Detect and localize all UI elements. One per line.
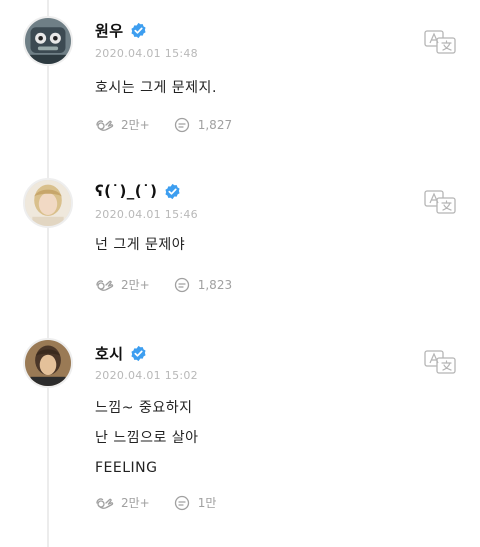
comment-count: 1만 xyxy=(197,496,217,510)
post-body: 넌 그게 문제야 xyxy=(95,230,185,260)
verified-badge-icon xyxy=(130,22,147,39)
like-button[interactable]: 2만+ xyxy=(95,276,150,293)
avatar[interactable] xyxy=(23,338,73,388)
translate-icon xyxy=(424,350,456,374)
post-line: 넌 그게 문제야 xyxy=(95,237,186,253)
like-button[interactable]: 2만+ xyxy=(95,116,150,133)
avatar-image xyxy=(25,180,71,226)
avatar[interactable] xyxy=(23,178,73,228)
like-icon xyxy=(95,277,115,293)
like-count: 2만+ xyxy=(121,118,150,132)
post-line: FEELING xyxy=(95,460,158,476)
comment-button[interactable]: 1,827 xyxy=(172,117,232,133)
post-body: 호시는 그게 문제지. xyxy=(95,73,217,103)
comment-button[interactable]: 1만 xyxy=(172,494,217,511)
comment-count: 1,823 xyxy=(197,277,233,292)
author-name[interactable]: 원우 xyxy=(95,20,124,41)
comment-icon xyxy=(172,277,192,293)
timestamp: 2020.04.01 15:46 xyxy=(95,208,198,221)
avatar-image xyxy=(25,18,71,64)
author-name[interactable]: ʕ(˙)_(˙) xyxy=(95,182,158,200)
translate-button[interactable] xyxy=(424,30,456,54)
comment-icon xyxy=(172,495,192,511)
translate-icon xyxy=(424,190,456,214)
avatar-image xyxy=(25,340,71,386)
like-icon xyxy=(95,117,115,133)
translate-button[interactable] xyxy=(424,350,456,374)
comment-button[interactable]: 1,823 xyxy=(172,277,232,293)
like-count: 2만+ xyxy=(121,496,150,510)
like-button[interactable]: 2만+ xyxy=(95,494,150,511)
comment-icon xyxy=(172,117,192,133)
verified-badge-icon xyxy=(164,183,181,200)
translate-button[interactable] xyxy=(424,190,456,214)
translate-icon xyxy=(424,30,456,54)
post-line: 느낌~ 중요하지 xyxy=(95,400,193,416)
post-line: 난 느낌으로 살아 xyxy=(95,430,199,446)
timestamp: 2020.04.01 15:48 xyxy=(95,47,198,60)
verified-badge-icon xyxy=(130,345,147,362)
avatar[interactable] xyxy=(23,16,73,66)
like-count: 2만+ xyxy=(121,278,150,292)
post-line: 호시는 그게 문제지. xyxy=(95,80,217,96)
comment-count: 1,827 xyxy=(197,117,233,132)
like-icon xyxy=(95,495,115,511)
author-name[interactable]: 호시 xyxy=(95,343,124,364)
post-body: 느낌~ 중요하지 난 느낌으로 살아 FEELING xyxy=(95,393,199,483)
thread-line xyxy=(47,0,49,547)
timestamp: 2020.04.01 15:02 xyxy=(95,369,198,382)
